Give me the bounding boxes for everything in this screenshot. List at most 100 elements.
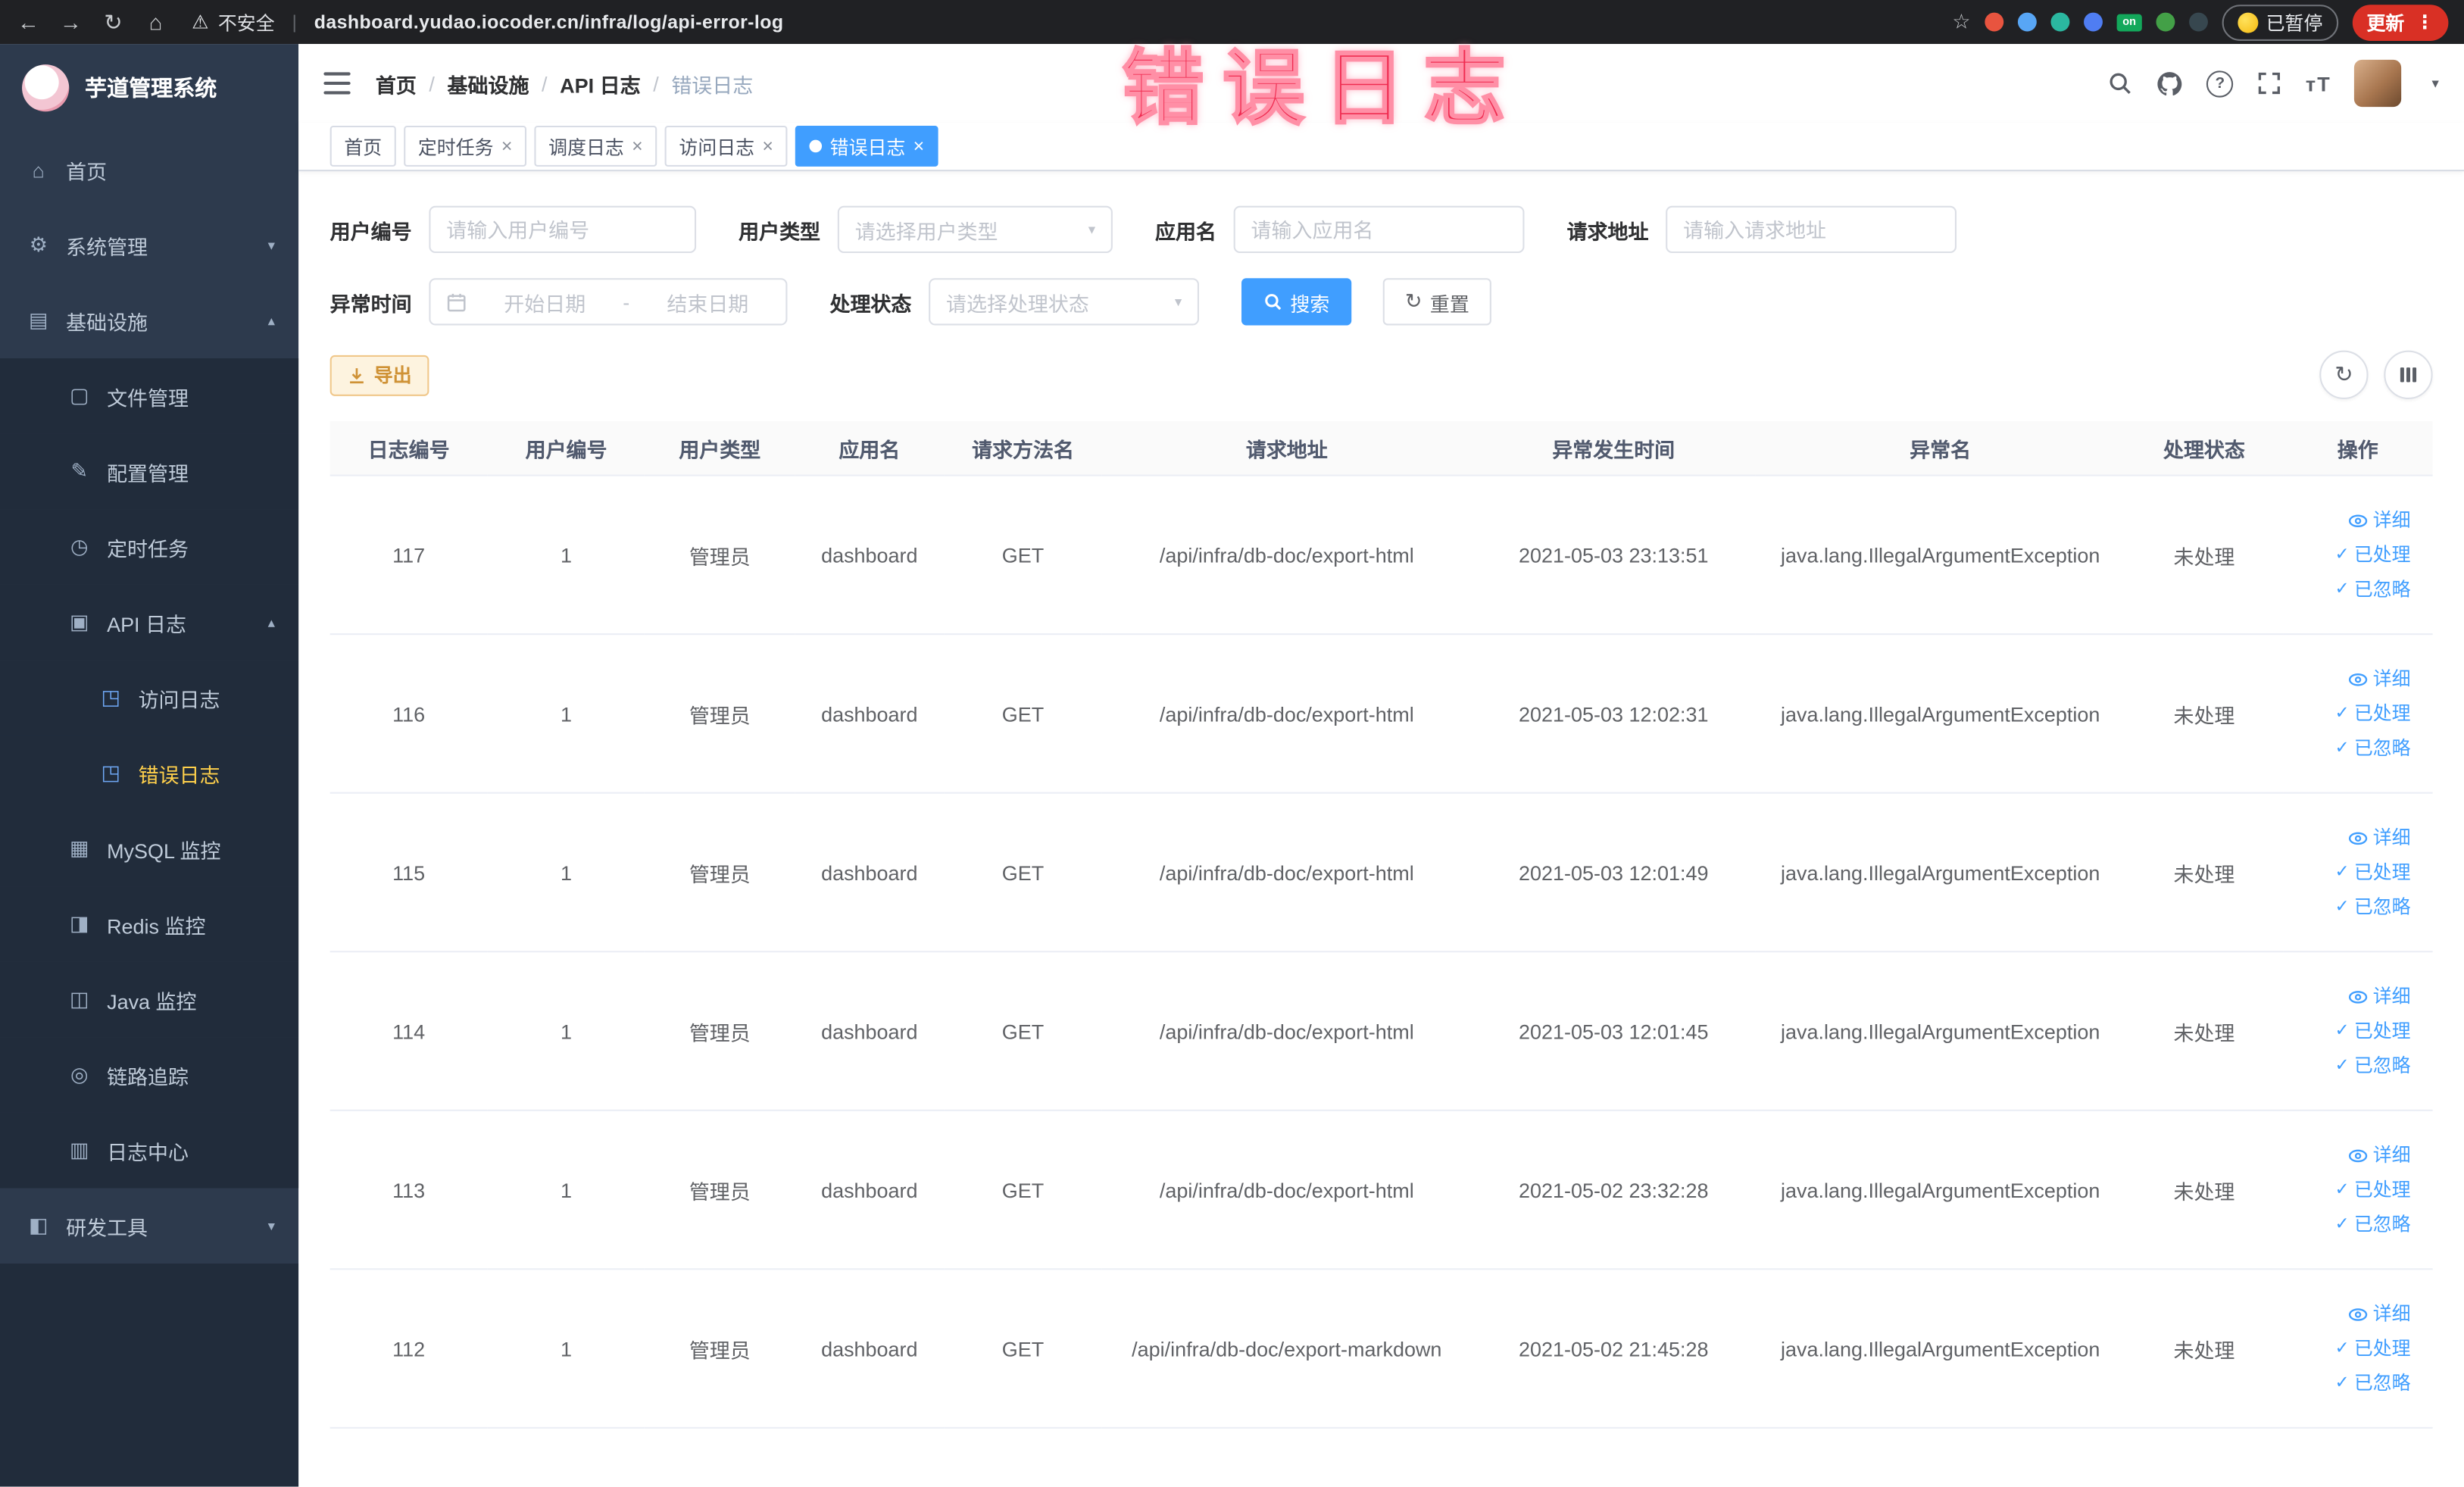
detail-link[interactable]: 详细 bbox=[2348, 503, 2411, 538]
refresh-table-icon[interactable]: ↻ bbox=[2319, 350, 2369, 399]
sidebar-item-mysql-monitor[interactable]: ▦ MySQL 监控 bbox=[0, 811, 299, 887]
sidebar-item-link-tracing[interactable]: ◎ 链路追踪 bbox=[0, 1037, 299, 1113]
sidebar-item-dev-tools[interactable]: ◧ 研发工具 ▾ bbox=[0, 1188, 298, 1264]
sidebar-item-scheduled-tasks[interactable]: ◷ 定时任务 bbox=[0, 509, 299, 585]
collapse-sidebar-icon[interactable] bbox=[323, 72, 351, 95]
processed-link[interactable]: ✓ 已处理 bbox=[2335, 1014, 2411, 1048]
chrome-right-cluster: ☆ on 已暂停 更新 ⋮ bbox=[1952, 4, 2449, 40]
tab-访问日志[interactable]: 访问日志 × bbox=[664, 125, 788, 167]
back-icon[interactable]: ← bbox=[16, 9, 41, 34]
breadcrumb-item-current: 错误日志 bbox=[671, 73, 754, 97]
sidebar-item-file-management[interactable]: ▢ 文件管理 bbox=[0, 358, 299, 434]
ignore-link[interactable]: ✓ 已忽略 bbox=[2335, 1207, 2411, 1242]
browser-menu-icon[interactable]: ⋮ bbox=[2416, 11, 2434, 33]
export-button[interactable]: 导出 bbox=[329, 354, 429, 395]
screenshot-root: ← → ↻ ⌂ ⚠ 不安全 | dashboard.yudao.iocoder.… bbox=[0, 0, 2464, 1487]
cell-exception: java.lang.IllegalArgumentException bbox=[1755, 475, 2125, 636]
font-size-icon[interactable]: тT bbox=[2306, 71, 2331, 95]
user-avatar[interactable] bbox=[2354, 59, 2403, 108]
extension-dark[interactable] bbox=[2188, 12, 2208, 32]
ignore-link[interactable]: ✓ 已忽略 bbox=[2335, 1366, 2411, 1401]
user-id-input[interactable] bbox=[429, 205, 697, 254]
help-icon[interactable]: ? bbox=[2206, 70, 2234, 97]
processed-link[interactable]: ✓ 已处理 bbox=[2335, 1331, 2411, 1366]
sidebar-item-error-log[interactable]: ◳ 错误日志 bbox=[0, 735, 299, 811]
breadcrumb-item[interactable]: 基础设施 bbox=[448, 68, 529, 98]
process-status-select[interactable]: 请选择处理状态 ▾ bbox=[929, 278, 1200, 326]
tab-close-icon[interactable]: × bbox=[762, 136, 773, 155]
paused-button[interactable]: 已暂停 bbox=[2222, 4, 2339, 40]
sidebar-item-infrastructure[interactable]: ▤ 基础设施 ▴ bbox=[0, 283, 298, 358]
app-name-input[interactable] bbox=[1233, 205, 1525, 254]
search-button[interactable]: 搜索 bbox=[1241, 278, 1352, 326]
detail-link[interactable]: 详细 bbox=[2348, 1297, 2411, 1332]
sidebar-item-java-monitor[interactable]: ◫ Java 监控 bbox=[0, 961, 299, 1038]
detail-link[interactable]: 详细 bbox=[2348, 661, 2411, 696]
tab-错误日志[interactable]: 错误日志 × bbox=[795, 125, 938, 167]
eye-icon bbox=[2348, 510, 2369, 530]
cell-app: dashboard bbox=[795, 1269, 945, 1429]
github-icon[interactable] bbox=[2156, 70, 2183, 96]
ignore-link[interactable]: ✓ 已忽略 bbox=[2335, 1048, 2411, 1083]
extension-teal[interactable] bbox=[2050, 12, 2070, 32]
ignore-link[interactable]: ✓ 已忽略 bbox=[2335, 889, 2411, 924]
detail-link[interactable]: 详细 bbox=[2348, 1138, 2411, 1173]
tab-close-icon[interactable]: × bbox=[501, 136, 513, 155]
tab-首页[interactable]: 首页 bbox=[329, 125, 396, 167]
cell-url: /api/infra/db-doc/export-markdown bbox=[1101, 1269, 1472, 1429]
check-icon: ✓ bbox=[2334, 704, 2350, 723]
check-icon: ✓ bbox=[2334, 1339, 2350, 1358]
extension-green[interactable] bbox=[2156, 12, 2175, 32]
extension-on-badge[interactable]: on bbox=[2116, 13, 2142, 31]
breadcrumb-item[interactable]: API 日志 bbox=[560, 68, 640, 98]
warning-icon: ⚠ bbox=[192, 11, 209, 33]
processed-link[interactable]: ✓ 已处理 bbox=[2335, 538, 2411, 573]
cell-actions: 详细 ✓ 已处理 ✓ 已忽略 bbox=[2282, 951, 2433, 1111]
security-indicator[interactable]: ⚠ 不安全 bbox=[192, 8, 275, 35]
address-bar-url[interactable]: dashboard.yudao.iocoder.cn/infra/log/api… bbox=[314, 11, 784, 33]
tab-close-icon[interactable]: × bbox=[913, 136, 925, 155]
request-url-input[interactable] bbox=[1666, 205, 1957, 254]
tab-close-icon[interactable]: × bbox=[632, 136, 643, 155]
logo-row[interactable]: 芋道管理系统 bbox=[0, 44, 298, 132]
extension-red[interactable] bbox=[1985, 12, 2004, 32]
sidebar-item-api-log[interactable]: ▣ API 日志 ▴ bbox=[0, 584, 299, 661]
update-button[interactable]: 更新 ⋮ bbox=[2352, 4, 2449, 40]
sidebar-item-system-management[interactable]: ⚙ 系统管理 ▾ bbox=[0, 208, 298, 283]
sidebar-item-access-log[interactable]: ◳ 访问日志 bbox=[0, 660, 299, 736]
column-header: 日志编号 bbox=[329, 421, 488, 476]
forward-icon[interactable]: → bbox=[58, 9, 83, 34]
bookmark-star-icon[interactable]: ☆ bbox=[1952, 9, 1970, 34]
column-settings-icon[interactable] bbox=[2384, 350, 2433, 399]
reload-icon[interactable]: ↻ bbox=[101, 8, 126, 35]
detail-link[interactable]: 详细 bbox=[2348, 820, 2411, 855]
sidebar-item-config-management[interactable]: ✎ 配置管理 bbox=[0, 433, 299, 510]
extension-grid[interactable] bbox=[2083, 12, 2103, 32]
breadcrumb-item[interactable]: 首页 bbox=[376, 68, 417, 98]
tab-label: 访问日志 bbox=[679, 136, 755, 158]
browser-home-icon[interactable]: ⌂ bbox=[143, 9, 168, 34]
processed-link[interactable]: ✓ 已处理 bbox=[2335, 696, 2411, 731]
processed-link[interactable]: ✓ 已处理 bbox=[2335, 1173, 2411, 1207]
ignore-link[interactable]: ✓ 已忽略 bbox=[2335, 572, 2411, 607]
sidebar-item-log-center[interactable]: ▥ 日志中心 bbox=[0, 1112, 299, 1189]
ignore-link[interactable]: ✓ 已忽略 bbox=[2335, 731, 2411, 766]
date-range-picker[interactable]: 开始日期 - 结束日期 bbox=[429, 278, 788, 326]
filter-row-2: 异常时间 开始日期 - 结束日期 处理状态 请选择处理状态 ▾ 搜索 ↻ 重置 bbox=[330, 278, 2433, 326]
reset-button[interactable]: ↻ 重置 bbox=[1382, 278, 1491, 326]
user-type-select[interactable]: 请选择用户类型 ▾ bbox=[837, 205, 1113, 254]
processed-link[interactable]: ✓ 已处理 bbox=[2335, 855, 2411, 890]
fullscreen-icon[interactable] bbox=[2257, 70, 2282, 95]
sidebar-item-redis-monitor[interactable]: ◨ Redis 监控 bbox=[0, 886, 299, 962]
chevron-down-icon[interactable]: ▾ bbox=[2432, 75, 2439, 92]
eye-icon bbox=[2348, 827, 2369, 848]
tab-定时任务[interactable]: 定时任务 × bbox=[404, 125, 527, 167]
extension-blue[interactable] bbox=[2017, 12, 2037, 32]
sidebar-item-home[interactable]: ⌂ 首页 bbox=[0, 132, 298, 208]
search-icon[interactable] bbox=[2107, 70, 2132, 95]
table-toolbar: 导出 ↻ bbox=[329, 350, 2433, 399]
log-center-icon: ▥ bbox=[69, 1138, 89, 1162]
tab-调度日志[interactable]: 调度日志 × bbox=[534, 125, 657, 167]
sidebar-menu: ⌂ 首页 ⚙ 系统管理 ▾ ▤ 基础设施 ▴ ▢ 文件管理 ✎ 配置管理 ◷ 定时任务 ▣ API 日志 ▴ ◳ 访… bbox=[0, 132, 299, 1487]
detail-link[interactable]: 详细 bbox=[2348, 979, 2411, 1014]
